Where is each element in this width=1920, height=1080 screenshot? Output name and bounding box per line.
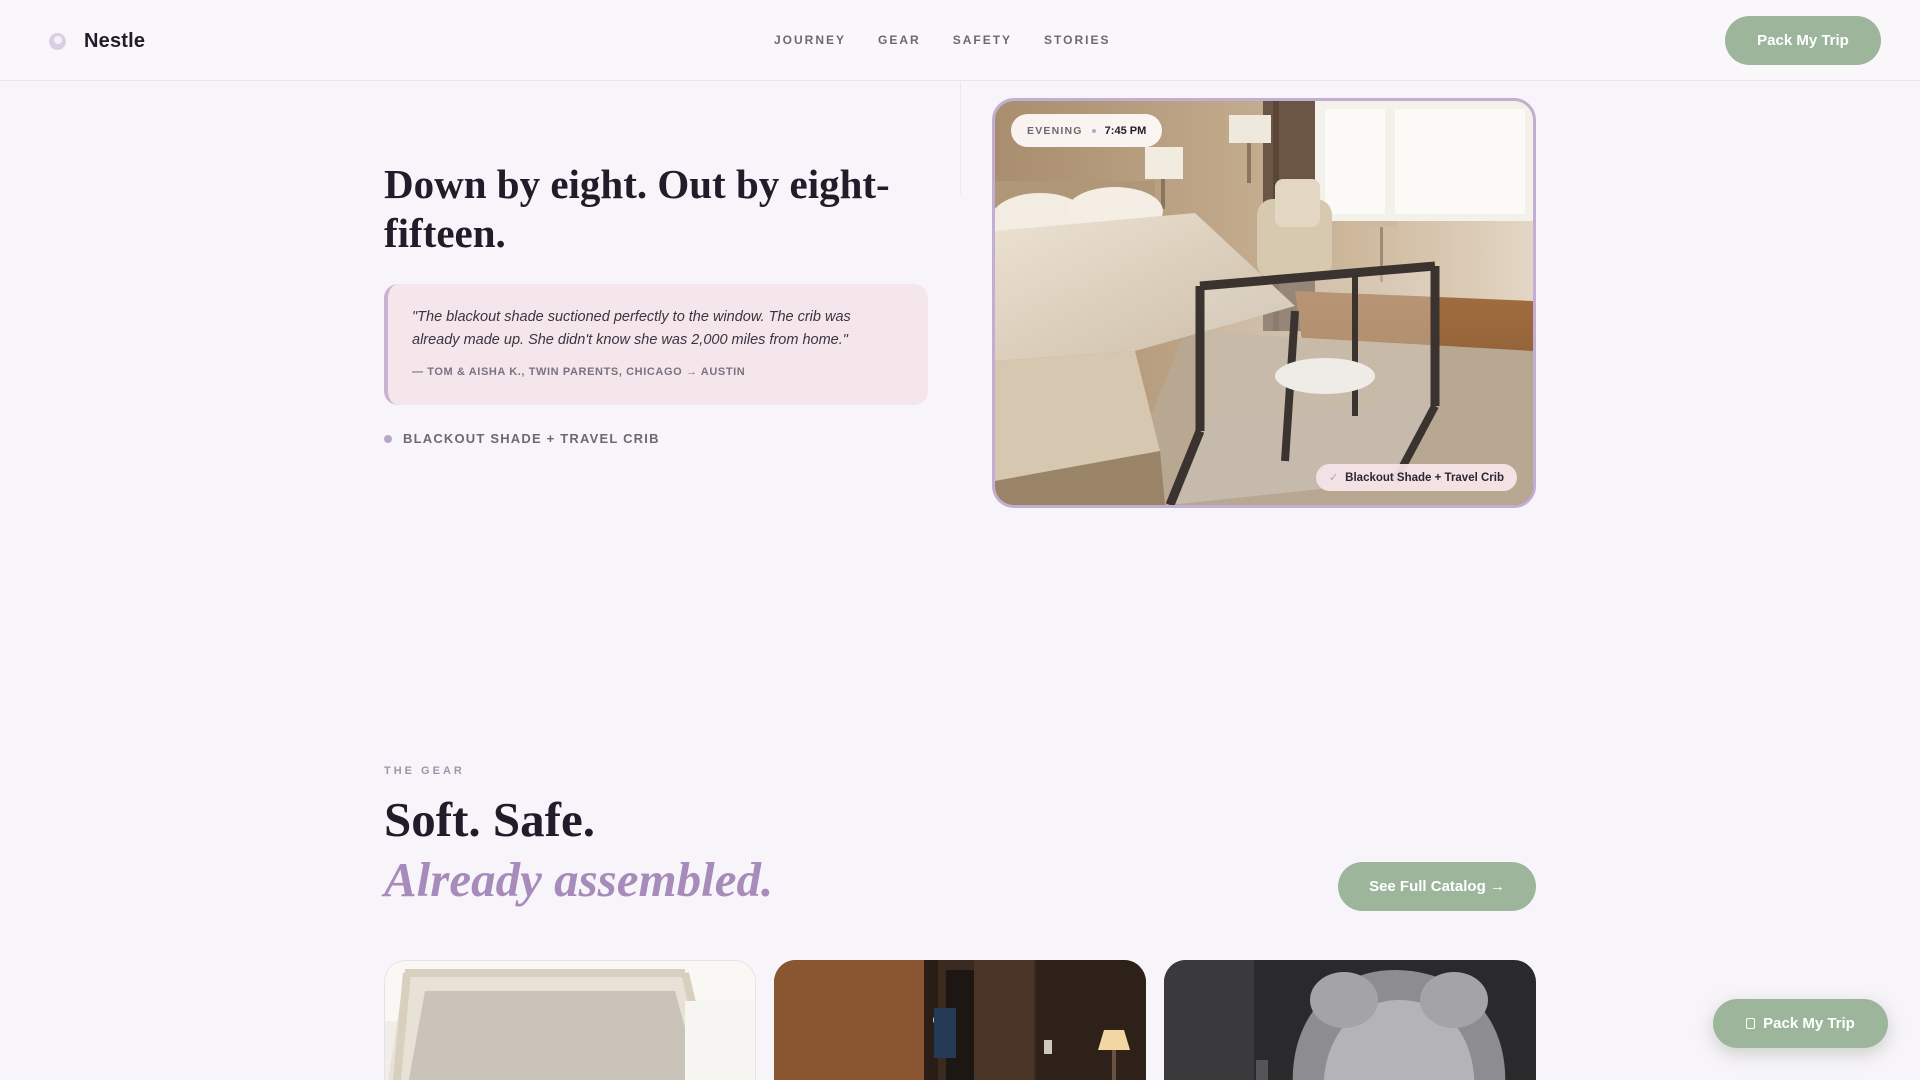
gear-eyebrow: THE GEAR [384,765,465,777]
hotel-room-image [995,101,1533,505]
hero-title: Down by eight. Out by eight-fifteen. [384,161,890,256]
hero-photo: EVENING 7:45 PM ✓ Blackout Shade + Trave… [992,98,1536,508]
crib-image [385,961,755,1080]
hero-divider [960,82,961,194]
dot-icon [384,434,392,443]
hotel-door-image [774,960,1146,1080]
photo-product-badge: ✓ Blackout Shade + Travel Crib [1315,464,1517,491]
check-icon: ✓ [1328,472,1339,484]
nav-gear[interactable]: GEAR [878,33,921,47]
nav-stories[interactable]: STORIES [1044,33,1110,47]
pack-my-trip-button[interactable]: Pack My Trip [1725,16,1881,65]
floating-pack-my-trip-button[interactable]: Pack My Trip [1713,999,1888,1048]
see-full-catalog-button[interactable]: See Full Catalog → [1338,862,1536,911]
time-label: EVENING [1027,124,1083,137]
nav-journey[interactable]: JOURNEY [774,33,846,47]
time-pill: EVENING 7:45 PM [1011,114,1163,147]
site-header: Nestle JOURNEY GEAR SAFETY STORIES Pack … [0,0,1920,81]
dot-separator-icon [1091,128,1096,133]
product-tag: BLACKOUT SHADE + TRAVEL CRIB [384,431,660,446]
gear-subtitle: Already assembled. [384,852,774,907]
testimonial-quote: "The blackout shade suctioned perfectly … [412,309,851,348]
gear-title: Soft. Safe. [384,792,595,847]
car-seat-image [1164,960,1536,1080]
product-tag-label: BLACKOUT SHADE + TRAVEL CRIB [403,431,660,446]
brand-name: Nestle [84,30,146,52]
gear-card-car-seat[interactable] [1164,960,1536,1080]
time-value: 7:45 PM [1104,124,1147,137]
testimonial-author: — TOM & AISHA K., TWIN PARENTS, CHICAGO … [412,366,746,378]
main-nav: JOURNEY GEAR SAFETY STORIES [774,33,1111,47]
bag-icon [1746,1018,1756,1029]
photo-badge-label: Blackout Shade + Travel Crib [1345,471,1504,484]
brand-logo[interactable]: Nestle [49,30,145,53]
testimonial-card: "The blackout shade suctioned perfectly … [384,284,928,405]
gear-card-crib[interactable] [384,960,756,1080]
moon-icon [49,33,66,50]
gear-card-door-hanger[interactable] [774,960,1146,1080]
floating-cta-label: Pack My Trip [1763,1015,1855,1032]
nav-safety[interactable]: SAFETY [953,33,1012,47]
